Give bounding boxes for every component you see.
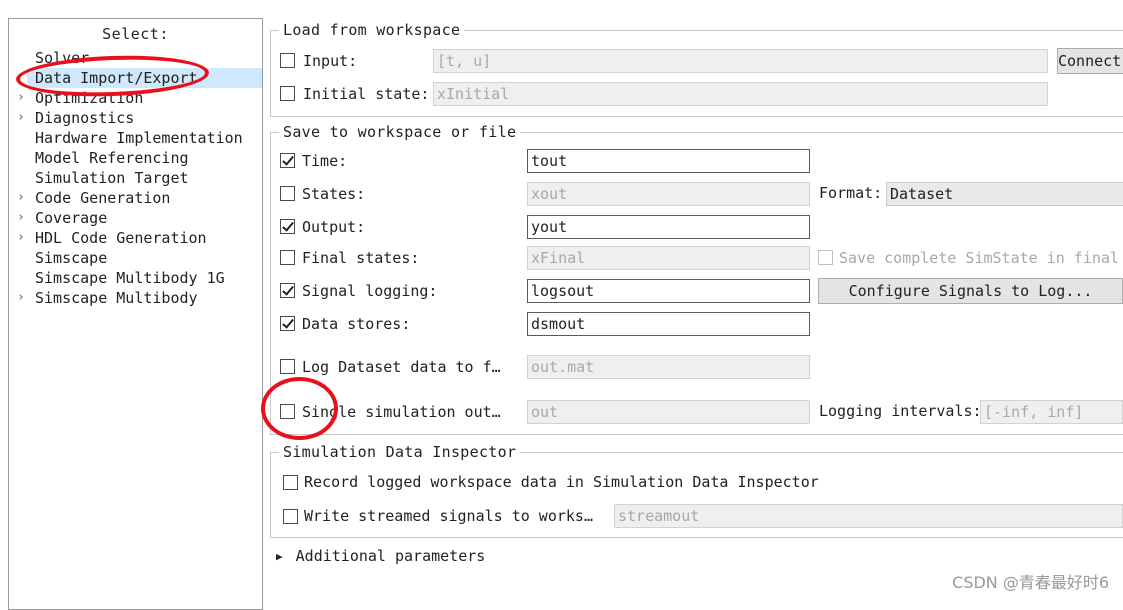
data-stores-field[interactable]: dsmout <box>527 312 810 336</box>
watermark: CSDN @青春最好时6 <box>952 573 1109 592</box>
log-dataset-checkbox[interactable] <box>280 359 295 374</box>
time-checkbox[interactable] <box>280 153 295 168</box>
group-title: Simulation Data Inspector <box>279 442 521 462</box>
output-checkbox[interactable] <box>280 219 295 234</box>
tree-item-hardware-implementation[interactable]: Hardware Implementation <box>35 128 243 148</box>
tree-title: Select: <box>102 25 169 43</box>
states-label: States: <box>302 185 366 203</box>
final-states-label: Final states: <box>302 249 420 267</box>
initial-state-checkbox[interactable] <box>280 86 295 101</box>
save-simstate-label: Save complete SimState in final state <box>839 249 1123 267</box>
final-states-field[interactable]: xFinal <box>527 246 810 270</box>
chevron-right-icon[interactable]: › <box>17 208 27 228</box>
input-label: Input: <box>303 52 358 70</box>
chevron-right-icon[interactable]: › <box>17 188 27 208</box>
final-states-checkbox[interactable] <box>280 250 295 265</box>
output-field[interactable]: yout <box>527 215 810 239</box>
chevron-right-icon[interactable]: › <box>17 88 27 108</box>
tree-item-label: Simscape <box>35 249 108 267</box>
write-streamed-label: Write streamed signals to works… <box>304 507 593 525</box>
data-stores-checkbox[interactable] <box>280 316 295 331</box>
triangle-right-icon[interactable]: ▶ <box>276 550 283 563</box>
record-sdi-checkbox[interactable] <box>283 475 298 490</box>
group-title: Load from workspace <box>279 20 465 40</box>
states-checkbox[interactable] <box>280 186 295 201</box>
tree-item-label: Code Generation <box>35 189 171 207</box>
annotation-circle <box>261 377 338 440</box>
tree-item-diagnostics[interactable]: › Diagnostics <box>17 108 135 128</box>
save-simstate-checkbox[interactable] <box>818 250 833 265</box>
tree-item-label: Model Referencing <box>35 149 189 167</box>
record-sdi-label: Record logged workspace data in Simulati… <box>304 473 819 491</box>
group-title: Save to workspace or file <box>279 122 521 142</box>
additional-parameters-label: Additional parameters <box>295 547 486 565</box>
tree-item-label: Coverage <box>35 209 108 227</box>
write-streamed-checkbox[interactable] <box>283 509 298 524</box>
tree-item-code-generation[interactable]: › Code Generation <box>17 188 171 208</box>
logging-intervals-field[interactable]: [-inf, inf] <box>980 400 1123 424</box>
initial-state-label: Initial state: <box>303 85 430 103</box>
output-label: Output: <box>302 218 366 236</box>
log-dataset-field[interactable]: out.mat <box>527 355 810 379</box>
write-streamed-field[interactable]: streamout <box>614 504 1123 528</box>
signal-logging-label: Signal logging: <box>302 282 438 300</box>
additional-parameters-toggle[interactable]: ▶ Additional parameters <box>276 546 485 568</box>
format-dropdown[interactable]: Dataset <box>886 182 1123 206</box>
tree-item-simscape[interactable]: Simscape <box>35 248 107 268</box>
time-label: Time: <box>302 152 348 170</box>
logging-intervals-label: Logging intervals: <box>819 402 982 420</box>
signal-logging-checkbox[interactable] <box>280 283 295 298</box>
initial-state-field[interactable]: xInitial <box>433 82 1048 106</box>
tree-item-simscape-multibody[interactable]: › Simscape Multibody <box>17 288 198 308</box>
settings-tree: Select: Solver Data Import/Export › Optim… <box>8 18 263 610</box>
tree-item-model-referencing[interactable]: Model Referencing <box>35 148 189 168</box>
states-field[interactable]: xout <box>527 182 810 206</box>
configure-signals-button[interactable]: Configure Signals to Log... <box>818 278 1123 304</box>
tree-item-label: Simscape Multibody 1G <box>35 269 225 287</box>
tree-item-label: Hardware Implementation <box>35 129 243 147</box>
single-output-field[interactable]: out <box>527 400 810 424</box>
chevron-right-icon[interactable]: › <box>17 108 27 128</box>
connect-input-button[interactable]: Connect Input <box>1057 48 1123 74</box>
tree-item-hdl-code-generation[interactable]: › HDL Code Generation <box>17 228 207 248</box>
tree-item-simulation-target[interactable]: Simulation Target <box>35 168 189 188</box>
tree-item-coverage[interactable]: › Coverage <box>17 208 108 228</box>
log-dataset-label: Log Dataset data to f… <box>302 358 501 376</box>
chevron-right-icon[interactable]: › <box>17 288 27 308</box>
input-field[interactable]: [t, u] <box>433 49 1048 73</box>
input-checkbox[interactable] <box>280 53 295 68</box>
time-field[interactable]: tout <box>527 149 810 173</box>
tree-item-simscape-multibody-1g[interactable]: Simscape Multibody 1G <box>35 268 225 288</box>
tree-item-label: Simulation Target <box>35 169 189 187</box>
signal-logging-field[interactable]: logsout <box>527 279 810 303</box>
format-label: Format: <box>819 184 883 202</box>
data-stores-label: Data stores: <box>302 315 411 333</box>
tree-item-label: HDL Code Generation <box>35 229 207 247</box>
tree-item-label: Simscape Multibody <box>35 289 198 307</box>
tree-item-label: Diagnostics <box>35 109 135 127</box>
chevron-right-icon[interactable]: › <box>17 228 27 248</box>
